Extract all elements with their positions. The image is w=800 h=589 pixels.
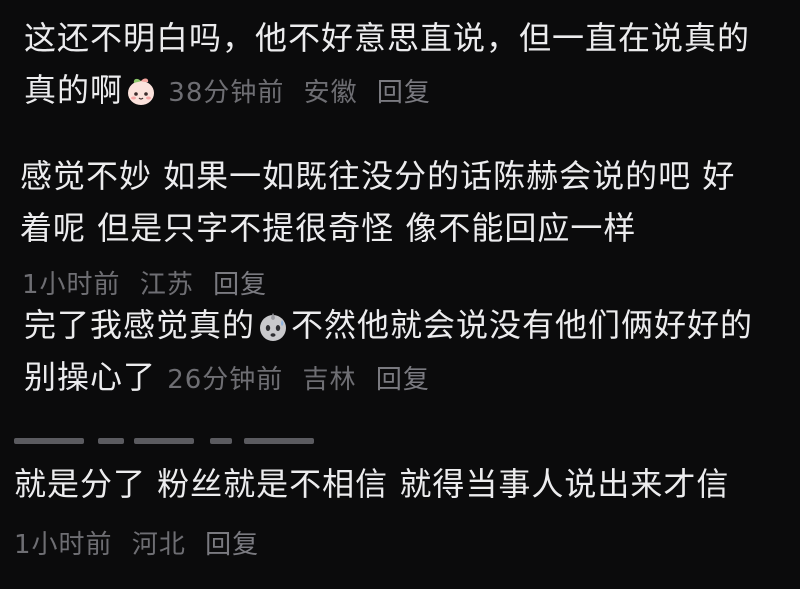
cut-text-fragment <box>244 438 314 444</box>
reply-button[interactable]: 回复 <box>377 78 431 108</box>
cut-text-fragment <box>14 438 84 444</box>
comment-text: 不然他就会说没有他们俩好好的 <box>291 306 754 344</box>
comment-text: 真的啊 <box>24 71 124 109</box>
reply-button[interactable]: 回复 <box>376 365 430 395</box>
comment-time: 38分钟前 <box>168 78 285 108</box>
comment-meta: 26分钟前 吉林 回复 <box>167 365 430 395</box>
comment-text: 别操心了 <box>24 358 157 396</box>
reply-button[interactable]: 回复 <box>205 530 259 560</box>
comment-location: 吉林 <box>302 365 357 395</box>
comment-meta: 1小时前 河北 回复 <box>14 524 259 561</box>
comment-location: 河北 <box>131 530 186 560</box>
comment-meta: 38分钟前 安徽 回复 <box>159 78 431 108</box>
reply-button[interactable]: 回复 <box>213 270 267 300</box>
comment-time: 1小时前 <box>22 270 121 300</box>
comment-text-line: 着呢 但是只字不提很奇怪 像不能回应一样 <box>20 209 637 247</box>
comment-item: 完了我感觉真的 不然他就会说没有他们俩好好的 别操心了 26分钟前 吉林 回复 <box>24 299 800 406</box>
comment-item: 感觉不妙 如果一如既往没分的话陈赫会说的吧 好 着呢 但是只字不提很奇怪 像不能… <box>20 150 800 254</box>
comment-item: 这还不明白吗，他不好意思直说，但一直在说真的 真的啊 38分钟前 安徽 回复 <box>24 12 800 119</box>
comment-text: 完了我感觉真的 <box>24 306 256 344</box>
comment-text-line: 完了我感觉真的 不然他就会说没有他们俩好好的 <box>24 299 800 351</box>
comment-time: 1小时前 <box>14 530 113 560</box>
cut-text-fragment <box>134 438 194 444</box>
cut-text-fragment <box>210 438 232 444</box>
comment-text-line: 就是分了 粉丝就是不相信 就得当事人说出来才信 <box>14 465 730 503</box>
comment-text-line: 真的啊 38分钟前 安徽 回复 <box>24 64 800 119</box>
comment-item: 就是分了 粉丝就是不相信 就得当事人说出来才信 <box>14 458 800 510</box>
peach-face-emoji-icon <box>125 75 157 107</box>
expand-replies-partial <box>14 432 314 444</box>
comment-text-line: 这还不明白吗，他不好意思直说，但一直在说真的 <box>24 19 751 57</box>
comment-time: 26分钟前 <box>167 365 284 395</box>
comment-text-line: 感觉不妙 如果一如既往没分的话陈赫会说的吧 好 <box>20 157 736 195</box>
sweat-face-emoji-icon <box>257 310 289 342</box>
comment-location: 安徽 <box>303 78 358 108</box>
cut-text-fragment <box>98 438 124 444</box>
comment-meta: 1小时前 江苏 回复 <box>22 264 267 301</box>
comment-location: 江苏 <box>139 270 194 300</box>
comment-text-line: 别操心了 26分钟前 吉林 回复 <box>24 351 800 406</box>
